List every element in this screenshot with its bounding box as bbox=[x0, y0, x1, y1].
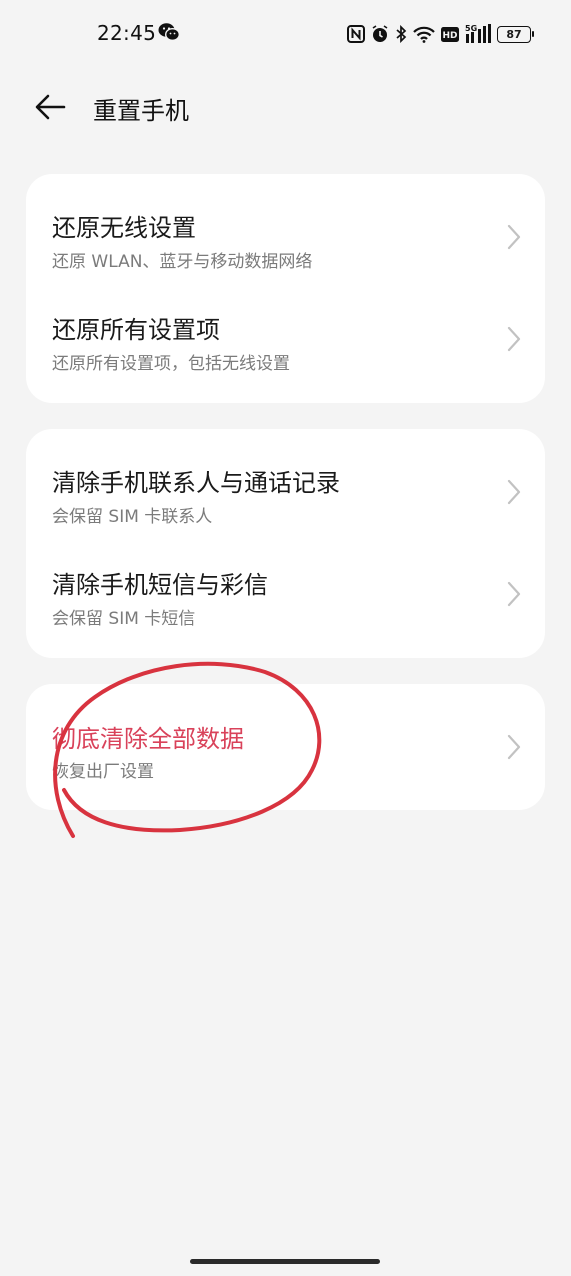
list-item-clear-contacts[interactable]: 清除手机联系人与通话记录 会保留 SIM 卡联系人 bbox=[26, 439, 545, 541]
chevron-right-icon bbox=[507, 479, 521, 505]
battery-icon: 87 bbox=[497, 25, 534, 43]
chevron-right-icon bbox=[507, 734, 521, 760]
arrow-left-icon[interactable] bbox=[33, 92, 67, 122]
settings-group-factory-reset: 彻底清除全部数据 恢复出厂设置 bbox=[26, 684, 545, 810]
bluetooth-icon bbox=[396, 25, 407, 43]
list-item-subtitle: 会保留 SIM 卡短信 bbox=[52, 609, 196, 629]
wechat-icon bbox=[158, 23, 180, 41]
settings-group-clear: 清除手机联系人与通话记录 会保留 SIM 卡联系人 清除手机短信与彩信 会保留 … bbox=[26, 429, 545, 658]
list-item-erase-all-data[interactable]: 彻底清除全部数据 恢复出厂设置 bbox=[26, 696, 545, 798]
list-item-reset-wireless[interactable]: 还原无线设置 还原 WLAN、蓝牙与移动数据网络 bbox=[26, 184, 545, 286]
list-item-subtitle: 恢复出厂设置 bbox=[52, 762, 154, 782]
page-header: 重置手机 bbox=[0, 80, 571, 136]
svg-text:HD: HD bbox=[442, 31, 457, 41]
status-bar: 22:45 HD 5G 87 bbox=[0, 0, 571, 68]
list-item-subtitle: 还原所有设置项，包括无线设置 bbox=[52, 354, 290, 374]
chevron-right-icon bbox=[507, 224, 521, 250]
svg-text:5G: 5G bbox=[465, 24, 477, 33]
status-time: 22:45 bbox=[97, 21, 157, 45]
list-item-title: 清除手机联系人与通话记录 bbox=[52, 469, 340, 497]
battery-level: 87 bbox=[506, 27, 522, 41]
alarm-icon bbox=[372, 25, 388, 42]
list-item-clear-messages[interactable]: 清除手机短信与彩信 会保留 SIM 卡短信 bbox=[26, 541, 545, 643]
list-item-reset-all-settings[interactable]: 还原所有设置项 还原所有设置项，包括无线设置 bbox=[26, 286, 545, 388]
list-item-subtitle: 还原 WLAN、蓝牙与移动数据网络 bbox=[52, 252, 313, 272]
settings-group-restore: 还原无线设置 还原 WLAN、蓝牙与移动数据网络 还原所有设置项 还原所有设置项… bbox=[26, 174, 545, 403]
signal-5g-icon: 5G bbox=[465, 24, 491, 43]
list-item-title: 还原无线设置 bbox=[52, 214, 196, 242]
home-indicator[interactable] bbox=[190, 1259, 380, 1264]
hd-icon: HD bbox=[441, 26, 459, 42]
status-icons: HD 5G 87 bbox=[347, 22, 534, 46]
wifi-icon bbox=[413, 26, 435, 43]
list-item-subtitle: 会保留 SIM 卡联系人 bbox=[52, 507, 213, 527]
page-title: 重置手机 bbox=[93, 97, 189, 125]
list-item-title: 彻底清除全部数据 bbox=[52, 725, 244, 753]
list-item-title: 还原所有设置项 bbox=[52, 316, 220, 344]
chevron-right-icon bbox=[507, 581, 521, 607]
list-item-title: 清除手机短信与彩信 bbox=[52, 571, 268, 599]
chevron-right-icon bbox=[507, 326, 521, 352]
nfc-icon bbox=[347, 25, 365, 43]
